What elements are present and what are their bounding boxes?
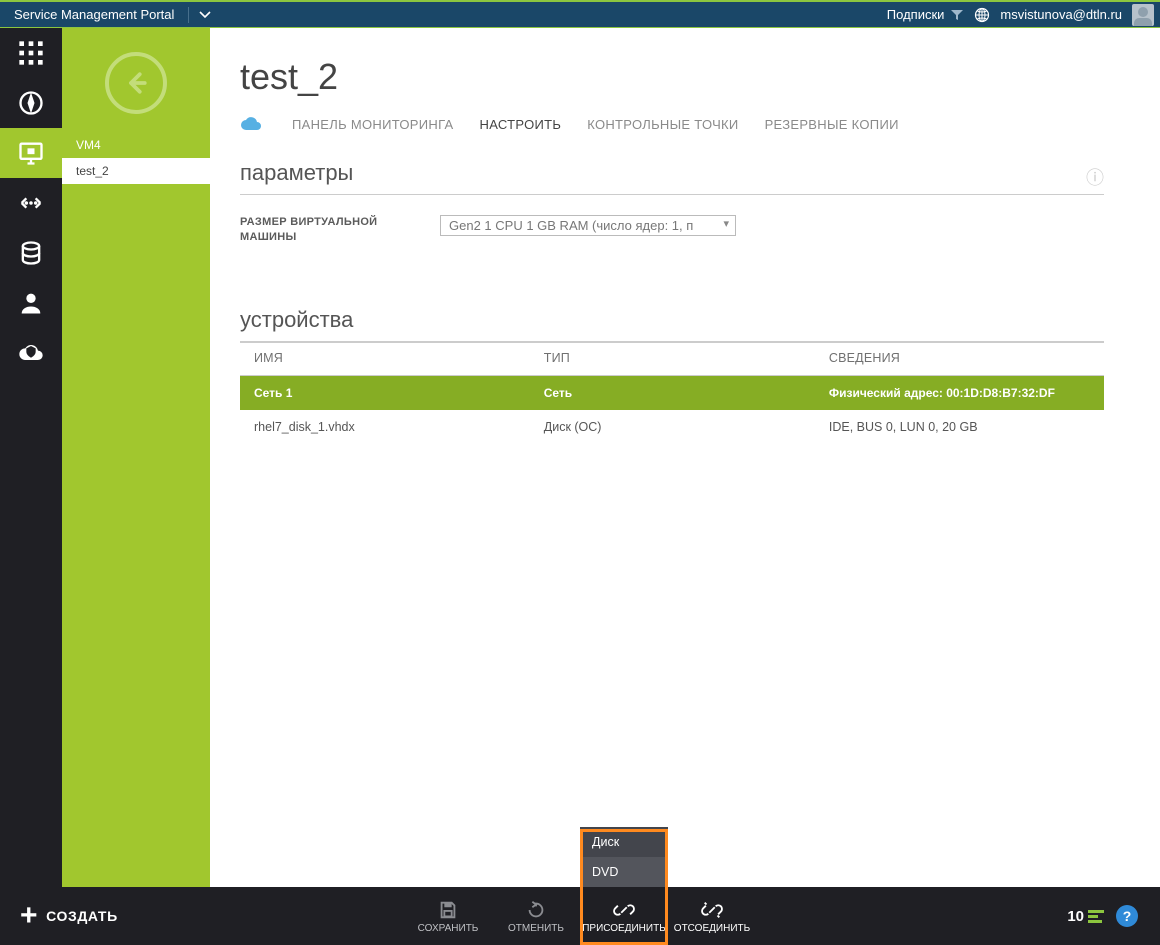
table-row[interactable]: rhel7_disk_1.vhdx Диск (ОС) IDE, BUS 0, … xyxy=(240,410,1104,444)
user-email[interactable]: msvistunova@dtln.ru xyxy=(1000,7,1122,22)
cell-name: rhel7_disk_1.vhdx xyxy=(240,410,534,444)
subscriptions-link[interactable]: Подписки xyxy=(887,7,965,22)
tab-backups[interactable]: РЕЗЕРВНЫЕ КОПИИ xyxy=(765,117,899,132)
save-button[interactable]: СОХРАНИТЬ xyxy=(404,887,492,945)
section-params-title: параметры xyxy=(240,160,1104,186)
activity-bars-icon xyxy=(1088,910,1104,923)
create-label: СОЗДАТЬ xyxy=(46,908,118,924)
bottombar: + СОЗДАТЬ СОХРАНИТЬ ОТМЕНИТЬ Диск DVD ПР… xyxy=(0,887,1160,945)
help-icon[interactable]: ⓘ xyxy=(1086,164,1104,190)
content: test_2 ПАНЕЛЬ МОНИТОРИНГА НАСТРОИТЬ КОНТ… xyxy=(210,28,1160,887)
col-type[interactable]: ТИП xyxy=(534,342,819,375)
compass-icon xyxy=(17,89,45,117)
vm-status-icon xyxy=(240,116,262,132)
section-devices-title: устройства xyxy=(240,307,1104,333)
devices-table: ИМЯ ТИП СВЕДЕНИЯ Сеть 1 Сеть Физический … xyxy=(240,342,1104,444)
cell-name: Сеть 1 xyxy=(240,375,534,410)
attach-menu-disk[interactable]: Диск xyxy=(580,827,668,857)
rail-scale[interactable] xyxy=(0,178,62,228)
attach-button[interactable]: Диск DVD ПРИСОЕДИНИТЬ xyxy=(580,887,668,945)
col-details[interactable]: СВЕДЕНИЯ xyxy=(819,342,1104,375)
tabbar: ПАНЕЛЬ МОНИТОРИНГА НАСТРОИТЬ КОНТРОЛЬНЫЕ… xyxy=(240,116,1104,132)
tab-dashboard[interactable]: ПАНЕЛЬ МОНИТОРИНГА xyxy=(292,117,454,132)
cloud-shield-icon xyxy=(17,339,45,367)
grid-icon xyxy=(17,39,45,67)
notification-number: 10 xyxy=(1067,908,1084,925)
create-button[interactable]: + СОЗДАТЬ xyxy=(0,887,138,945)
col-name[interactable]: ИМЯ xyxy=(240,342,534,375)
globe-icon[interactable] xyxy=(974,7,990,23)
rail-vm[interactable] xyxy=(0,128,62,178)
rail-account[interactable] xyxy=(0,278,62,328)
cell-type: Сеть xyxy=(534,375,819,410)
scale-icon xyxy=(17,189,45,217)
save-label: СОХРАНИТЬ xyxy=(418,923,479,934)
monitor-icon xyxy=(17,139,45,167)
avatar[interactable] xyxy=(1132,4,1154,26)
link-icon xyxy=(613,899,635,921)
left-rail xyxy=(0,28,62,887)
attach-menu-dvd[interactable]: DVD xyxy=(580,857,668,887)
discard-button[interactable]: ОТМЕНИТЬ xyxy=(492,887,580,945)
cell-details: IDE, BUS 0, LUN 0, 20 GB xyxy=(819,410,1104,444)
page-title: test_2 xyxy=(240,56,1104,98)
section-rule xyxy=(240,194,1104,195)
person-icon xyxy=(17,289,45,317)
menu-chevron[interactable] xyxy=(189,7,221,22)
rail-database[interactable] xyxy=(0,228,62,278)
subnav-item-vm4[interactable]: VM4 xyxy=(62,132,210,158)
help-button[interactable]: ? xyxy=(1116,905,1138,927)
subnav: VM4 test_2 xyxy=(62,28,210,887)
database-icon xyxy=(17,239,45,267)
rail-network[interactable] xyxy=(0,78,62,128)
filter-icon xyxy=(950,9,964,21)
attach-label: ПРИСОЕДИНИТЬ xyxy=(582,923,666,934)
vm-size-label: РАЗМЕР ВИРТУАЛЬНОЙ МАШИНЫ xyxy=(240,215,410,245)
unlink-icon xyxy=(701,899,723,921)
detach-label: ОТСОЕДИНИТЬ xyxy=(674,923,750,934)
chevron-down-icon xyxy=(199,11,211,19)
cell-type: Диск (ОС) xyxy=(534,410,819,444)
subscriptions-label: Подписки xyxy=(887,7,945,22)
arrow-left-icon xyxy=(121,68,151,98)
discard-label: ОТМЕНИТЬ xyxy=(508,923,564,934)
rail-cloud[interactable] xyxy=(0,328,62,378)
rail-all-items[interactable] xyxy=(0,28,62,78)
attach-menu: Диск DVD xyxy=(580,827,668,887)
undo-icon xyxy=(525,899,547,921)
save-icon xyxy=(437,899,459,921)
subnav-item-test2[interactable]: test_2 xyxy=(62,158,210,184)
back-button[interactable] xyxy=(105,52,167,114)
tab-configure[interactable]: НАСТРОИТЬ xyxy=(480,117,562,132)
vm-size-select[interactable]: Gen2 1 CPU 1 GB RAM (число ядер: 1, п xyxy=(440,215,736,236)
table-row[interactable]: Сеть 1 Сеть Физический адрес: 00:1D:D8:B… xyxy=(240,375,1104,410)
tab-checkpoints[interactable]: КОНТРОЛЬНЫЕ ТОЧКИ xyxy=(587,117,738,132)
app-title: Service Management Portal xyxy=(0,7,188,22)
cell-details: Физический адрес: 00:1D:D8:B7:32:DF xyxy=(819,375,1104,410)
notification-count[interactable]: 10 xyxy=(1067,908,1104,925)
detach-button[interactable]: ОТСОЕДИНИТЬ xyxy=(668,887,756,945)
